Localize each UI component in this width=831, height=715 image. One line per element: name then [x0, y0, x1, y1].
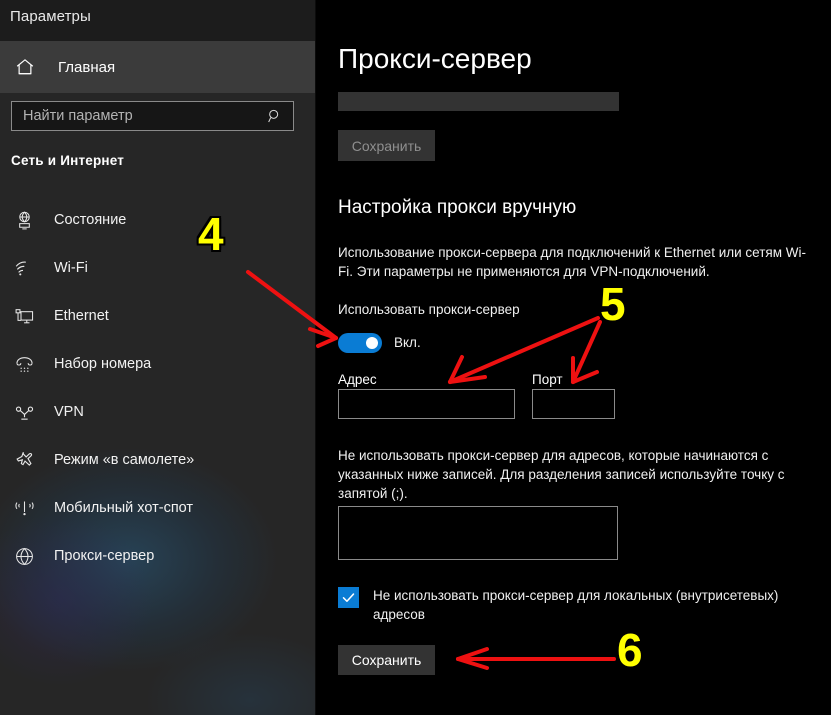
sidebar-item-mobile-hotspot-label: Мобильный хот-спот [54, 500, 194, 516]
mobile-hotspot-icon [14, 498, 35, 519]
title-bar: Параметры [0, 0, 316, 41]
manual-setup-description: Использование прокси-сервера для подключ… [338, 245, 806, 279]
save-bottom-button-label: Сохранить [351, 652, 422, 668]
ethernet-icon [14, 306, 35, 327]
use-proxy-toggle[interactable] [338, 333, 382, 353]
window-title: Параметры [10, 8, 91, 25]
use-proxy-toggle-state: Вкл. [394, 335, 421, 350]
sidebar-item-status-label: Состояние [54, 212, 127, 228]
sidebar-item-proxy-label: Прокси-сервер [54, 548, 155, 564]
sidebar-item-mobile-hotspot[interactable]: Мобильный хот-спот [0, 484, 316, 532]
sidebar-item-wifi-label: Wi-Fi [54, 260, 88, 276]
sidebar-item-status[interactable]: Состояние [0, 196, 316, 244]
sidebar-accent-glow-tertiary [120, 600, 316, 715]
sidebar-item-ethernet[interactable]: Ethernet [0, 292, 316, 340]
airplane-mode-icon [14, 450, 35, 471]
port-label: Порт [532, 372, 563, 387]
port-input[interactable] [532, 389, 615, 419]
wifi-icon [14, 258, 35, 279]
sidebar-item-dialup[interactable]: Набор номера [0, 340, 316, 388]
sidebar-item-home[interactable]: Главная [0, 41, 316, 93]
save-bottom-button[interactable]: Сохранить [338, 645, 435, 675]
home-icon [14, 56, 36, 78]
settings-window: Параметры Главная Найти параметр Сеть и … [0, 0, 831, 715]
sidebar-item-proxy[interactable]: Прокси-сервер [0, 532, 316, 580]
use-proxy-label: Использовать прокси-сервер [338, 302, 520, 317]
sidebar-item-airplane-mode[interactable]: Режим «в самолете» [0, 436, 316, 484]
save-top-button-label: Сохранить [351, 137, 422, 154]
sidebar-item-vpn-label: VPN [54, 404, 84, 420]
sidebar-item-home-label: Главная [58, 58, 116, 76]
annotation-number-5: 5 [599, 278, 628, 330]
sidebar-nav: Состояние Wi-Fi Ethernet Набор номера VP… [0, 196, 316, 580]
dial-up-icon [14, 354, 35, 375]
bypass-description: Не использовать прокси-сервер для адресо… [338, 448, 785, 501]
save-top-button[interactable]: Сохранить [338, 130, 435, 161]
toggle-knob [366, 337, 378, 349]
local-bypass-row[interactable]: Не использовать прокси-сервер для локаль… [338, 586, 808, 624]
local-bypass-checkbox[interactable] [338, 587, 359, 608]
check-icon [341, 590, 356, 605]
manual-setup-heading: Настройка прокси вручную [338, 197, 577, 218]
sidebar-item-dialup-label: Набор номера [54, 356, 152, 372]
address-input[interactable] [338, 389, 515, 419]
search-input-placeholder: Найти параметр [23, 108, 133, 124]
sidebar-item-wifi[interactable]: Wi-Fi [0, 244, 316, 292]
sidebar-item-airplane-mode-label: Режим «в самолете» [54, 452, 195, 468]
proxy-globe-icon [14, 546, 35, 567]
status-globe-icon [14, 210, 35, 231]
search-input[interactable]: Найти параметр [11, 101, 294, 131]
sidebar-item-vpn[interactable]: VPN [0, 388, 316, 436]
search-icon[interactable] [267, 108, 283, 124]
vpn-icon [14, 402, 35, 423]
sidebar-item-ethernet-label: Ethernet [54, 308, 109, 324]
local-bypass-label: Не использовать прокси-сервер для локаль… [373, 588, 779, 622]
proxy-script-input[interactable] [338, 92, 619, 111]
main-panel: Прокси-сервер Сохранить Настройка прокси… [316, 0, 831, 715]
annotation-number-4: 4 [197, 208, 226, 260]
bypass-list-input[interactable] [338, 506, 618, 560]
address-label: Адрес [338, 372, 377, 387]
annotation-number-6: 6 [616, 624, 645, 676]
sidebar: Параметры Главная Найти параметр Сеть и … [0, 0, 316, 715]
sidebar-section-title: Сеть и Интернет [11, 153, 125, 168]
page-title: Прокси-сервер [338, 43, 532, 74]
